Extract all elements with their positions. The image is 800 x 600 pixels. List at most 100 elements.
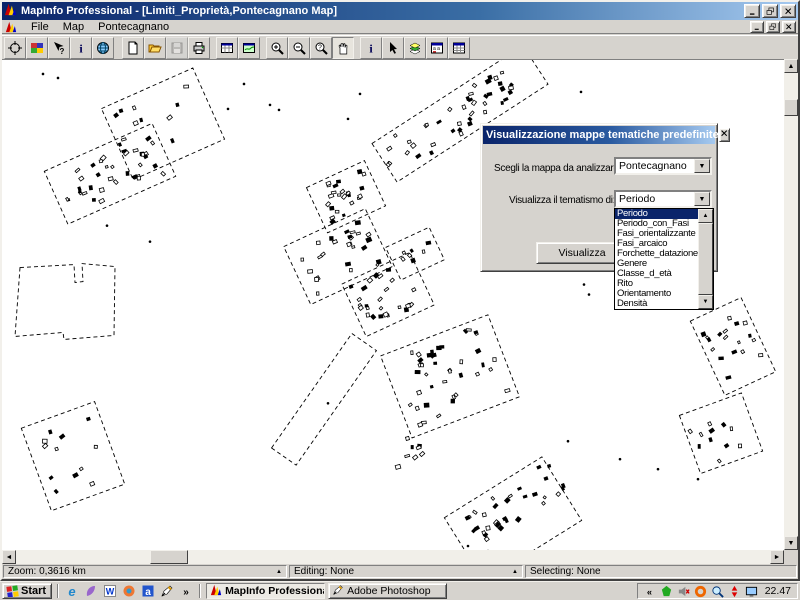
map-tomb-cluster — [114, 85, 189, 156]
svg-text:»: » — [183, 587, 189, 598]
new-browser-icon — [220, 41, 234, 55]
scroll-up-button[interactable]: ▲ — [698, 209, 713, 223]
list-scrollbar[interactable]: ▲ ▼ — [698, 209, 713, 309]
statistics-button[interactable] — [448, 37, 470, 59]
horizontal-scrollbar[interactable]: ◄ ► — [2, 550, 784, 564]
task-button-mapinfo[interactable]: MapInfo Professional ... — [206, 583, 325, 599]
photoshop-pen-icon[interactable] — [159, 583, 175, 599]
network-activity-icon[interactable] — [727, 584, 742, 599]
antivirus-icon[interactable] — [659, 584, 674, 599]
firefox-icon[interactable] — [121, 583, 137, 599]
task-button-label: Adobe Photoshop — [347, 585, 431, 597]
mapinfo-app-icon — [4, 3, 17, 19]
magnifier-icon[interactable] — [710, 584, 725, 599]
save-button[interactable] — [166, 37, 188, 59]
new-mapper-button[interactable] — [238, 37, 260, 59]
theme-option[interactable]: Densità — [615, 299, 698, 309]
zoom-in-button[interactable] — [266, 37, 288, 59]
minimize-button[interactable] — [744, 4, 760, 18]
map-parcel — [342, 252, 434, 336]
zoom-out-button[interactable] — [288, 37, 310, 59]
info-icon: i — [74, 41, 88, 55]
svg-text:e: e — [68, 584, 75, 598]
target-icon — [8, 41, 22, 55]
map-parcel — [386, 227, 445, 280]
svg-text:«: « — [647, 587, 652, 597]
menu-item-file[interactable]: File — [24, 21, 56, 33]
map-speck — [347, 118, 350, 121]
dialog-close-button[interactable] — [719, 128, 730, 142]
map-tomb-cluster — [42, 417, 97, 493]
dropdown-arrow-icon[interactable]: ▼ — [694, 159, 710, 173]
close-button[interactable] — [780, 4, 796, 18]
map-speck — [583, 283, 586, 286]
vertical-scroll-thumb[interactable] — [784, 99, 798, 116]
map-combobox[interactable]: Pontecagnano ▼ — [614, 157, 712, 175]
print-button[interactable] — [188, 37, 210, 59]
select-arrow-button[interactable] — [382, 37, 404, 59]
pan-hand-button[interactable] — [332, 37, 354, 59]
messenger-icon[interactable] — [83, 583, 99, 599]
minimize-icon — [748, 7, 757, 16]
audio-muted-icon[interactable] — [676, 584, 691, 599]
child-minimize-button[interactable] — [750, 21, 764, 33]
scroll-down-button[interactable]: ▼ — [784, 536, 798, 550]
info-tool-button[interactable]: i — [360, 37, 382, 59]
new-browser-button[interactable] — [216, 37, 238, 59]
thematic-map-button[interactable] — [26, 37, 48, 59]
map-tomb-cluster — [401, 241, 431, 263]
layer-control-button[interactable] — [404, 37, 426, 59]
start-label: Start — [21, 585, 46, 597]
open-folder-icon — [148, 41, 162, 55]
close-icon — [785, 23, 793, 31]
task-button-label: MapInfo Professional ... — [225, 585, 325, 597]
map-speck — [57, 77, 60, 80]
query-pointer-button[interactable]: ? — [48, 37, 70, 59]
map-speck — [619, 458, 622, 461]
acrobat-a-icon[interactable]: a — [140, 583, 156, 599]
change-view-button[interactable]: ? — [310, 37, 332, 59]
change-view-icon: ? — [314, 41, 328, 55]
legend-button[interactable]: a a — [426, 37, 448, 59]
scroll-down-button[interactable]: ▼ — [698, 295, 713, 309]
internet-explorer-icon[interactable]: e — [64, 583, 80, 599]
map-speck — [269, 104, 272, 107]
chevron-more-icon[interactable]: » — [178, 583, 194, 599]
child-close-button[interactable] — [782, 21, 796, 33]
open-folder-button[interactable] — [144, 37, 166, 59]
globe-button[interactable] — [92, 37, 114, 59]
display-icon[interactable] — [744, 584, 759, 599]
chevron-collapse-icon[interactable]: « — [642, 584, 657, 599]
menu-item-map[interactable]: Map — [56, 21, 91, 33]
print-icon — [192, 41, 206, 55]
scroll-up-button[interactable]: ▲ — [784, 59, 798, 73]
start-button[interactable]: Start — [2, 583, 52, 599]
task-button-photoshop[interactable]: Adobe Photoshop — [328, 583, 447, 599]
restore-button[interactable] — [762, 4, 778, 18]
quick-launch-bar: e Wa » — [64, 583, 194, 599]
status-editing-panel[interactable]: Editing: None ▲ — [289, 565, 523, 578]
new-document-button[interactable] — [122, 37, 144, 59]
map-tomb-cluster — [326, 169, 366, 224]
svg-text:?: ? — [318, 44, 322, 51]
document-icon[interactable] — [5, 21, 18, 33]
theme-select-label: Visualizza il tematismo di: — [509, 195, 615, 206]
list-scroll-thumb[interactable] — [698, 223, 713, 295]
theme-combobox[interactable]: Periodo ▼ — [614, 190, 712, 208]
status-zoom-panel[interactable]: Zoom: 0,3616 km ▲ — [3, 565, 287, 578]
scroll-right-button[interactable]: ► — [770, 550, 784, 564]
info-button[interactable]: i — [70, 37, 92, 59]
status-selecting-text: Selecting: None — [530, 566, 601, 578]
legend-icon: a a — [430, 41, 444, 55]
scroll-left-button[interactable]: ◄ — [2, 550, 16, 564]
horizontal-scroll-thumb[interactable] — [150, 550, 188, 564]
target-button[interactable] — [4, 37, 26, 59]
word-icon[interactable]: W — [102, 583, 118, 599]
vertical-scrollbar[interactable]: ▲ ▼ — [784, 59, 798, 550]
child-restore-button[interactable] — [766, 21, 780, 33]
orange-ring-icon[interactable] — [693, 584, 708, 599]
thematic-map-icon — [30, 41, 44, 55]
menu-item-pontecagnano[interactable]: Pontecagnano — [91, 21, 176, 33]
taskbar-separator — [199, 584, 201, 598]
dropdown-arrow-icon[interactable]: ▼ — [694, 192, 710, 206]
